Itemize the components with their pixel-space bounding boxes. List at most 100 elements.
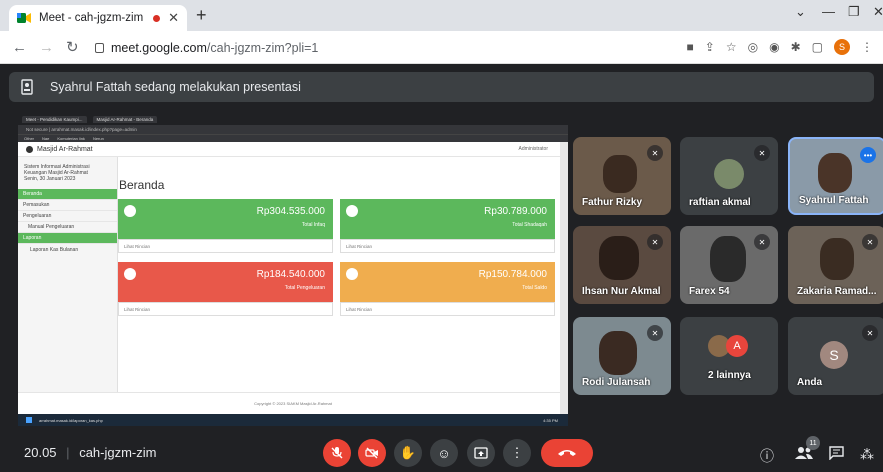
mic-off-icon: ✕ [647,234,663,250]
participant-tile-active-speaker[interactable]: ••• Syahrul Fattah [788,137,883,215]
menu-manual-pengeluaran: Manual Pengeluaran [18,222,117,233]
menu-laporan-kas-bulanan: Laporan Kas Bulanan [30,246,79,253]
meeting-info: 20.05 | cah-jgzm-zim [24,445,156,460]
plus-icon [124,205,136,217]
participant-tile[interactable]: ✕ Fathur Rizky [573,137,671,215]
card-footer-link: Lihat Rincian [340,302,555,316]
info-line: Senin, 30 Januari 2023 [24,176,76,182]
back-icon[interactable]: ← [12,39,27,56]
participant-name: Fathur Rizky [582,197,643,208]
present-screen-icon[interactable] [467,439,495,467]
shared-bookmarks: Other Nae Komuterian link Nerun [18,134,568,142]
check-icon [346,268,358,280]
chat-icon[interactable] [829,446,844,463]
bookmark-item: Nerun [92,136,104,141]
card-label: Total Pengeluaran [284,285,325,291]
self-initial-avatar: S [820,341,848,369]
participant-name: raftian akmal [689,197,751,208]
menu-beranda: Beranda [18,189,117,200]
shared-app-window: Masjid Ar-Rahmat Administrator Sistem In… [18,142,568,414]
url-path: /cah-jgzm-zim?pli=1 [206,41,319,55]
menu-pemasukan: Pemasukan [18,200,117,211]
card-footer-link: Lihat Rincian [340,239,555,253]
emoji-reaction-icon[interactable]: ☺ [430,439,458,467]
menu-pengeluaran: Pengeluaran [18,211,117,222]
participant-tile[interactable]: ✕ Zakaria Ramad... [788,226,883,304]
extension-globe-icon[interactable]: ◉ [769,40,779,54]
app-sidebar: Sistem Informasi Administrasi Keuangan M… [18,157,118,392]
menu-laporan: Laporan [18,233,117,244]
sidebar-info: Sistem Informasi Administrasi Keuangan M… [18,157,117,189]
participant-video [599,331,637,375]
participant-tile[interactable]: ✕ Farex 54 [680,226,778,304]
card-label: Total Infaq [301,222,325,228]
address-toolbar: ← → ↻ meet.google.com /cah-jgzm-zim?pli=… [0,31,883,64]
menu-dots-icon[interactable]: ⋮ [861,40,873,54]
url-bar[interactable]: meet.google.com /cah-jgzm-zim?pli=1 [95,37,675,59]
plus-icon [346,205,358,217]
leave-call-button[interactable] [541,439,593,467]
reload-icon[interactable]: ↻ [66,38,79,56]
camera-off-icon[interactable] [358,439,386,467]
close-tab-icon[interactable]: ✕ [168,10,179,26]
taskbar-clock: 4:35 PM [543,417,558,423]
card-total-pengeluaran: Rp184.540.000 Total Pengeluaran Lihat Ri… [118,262,333,316]
card-label: Total Saldo [522,285,547,291]
shared-scrollbar [560,142,568,414]
windows-start-icon [26,417,32,423]
mic-off-icon[interactable] [323,439,351,467]
bookmark-star-icon[interactable]: ☆ [726,40,737,54]
mic-off-icon: ✕ [647,145,663,161]
profile-avatar-icon[interactable]: S [834,39,850,55]
participant-name: Farex 54 [689,286,730,297]
card-total-saldo: Rp150.784.000 Total Saldo Lihat Rincian [340,262,555,316]
card-total-shadaqah: Rp30.789.000 Total Shadaqah Lihat Rincia… [340,199,555,253]
participant-name: Ihsan Nur Akmal [582,286,661,297]
browser-tab-meet[interactable]: Meet - cah-jgzm-zim ✕ [9,5,187,31]
participant-name: Zakaria Ramad... [797,286,877,297]
participant-tile-others[interactable]: A 2 lainnya [680,317,778,395]
minus-icon [124,268,136,280]
lock-icon [95,43,104,53]
minimize-icon[interactable]: — [822,4,835,19]
mic-off-icon: ✕ [754,145,770,161]
extension-icon[interactable]: ◎ [748,40,758,54]
tab-search-icon[interactable]: ⌄ [795,4,806,20]
participant-video [603,155,637,193]
shared-tab-1: Meet - Pendidikan Kaumpi... [22,116,87,123]
meeting-details-icon[interactable]: ⓘ [760,446,774,466]
restore-icon[interactable]: ❐ [848,4,860,20]
people-count-badge: 11 [806,436,820,450]
extensions-puzzle-icon[interactable]: ✱ [791,40,801,54]
share-icon[interactable]: ⇪ [705,40,715,54]
shared-url: Not secure | arrahmat.masak.id/index.php… [26,127,137,132]
app-main: Beranda Rp304.535.000 Total Infaq Lihat … [118,157,560,392]
bookmark-item: Other [24,136,35,141]
card-amount: Rp304.535.000 [256,206,325,217]
participant-tile[interactable]: ✕ Rodi Julansah [573,317,671,395]
forward-icon[interactable]: → [39,39,54,56]
participant-tile[interactable]: ✕ Ihsan Nur Akmal [573,226,671,304]
activities-icon[interactable]: ⁂ [860,446,874,463]
card-footer-link: Lihat Rincian [118,302,333,316]
more-options-icon[interactable]: ⋮ [503,439,531,467]
close-window-icon[interactable]: ✕ [873,4,883,20]
mic-off-icon: ✕ [862,325,878,341]
new-tab-button[interactable]: + [196,5,207,26]
bookmark-item: Nae [42,136,50,141]
side-panel-icon[interactable]: ▢ [812,40,823,54]
app-title: Masjid Ar-Rahmat [37,145,93,153]
camera-in-use-icon[interactable]: ■ [687,40,694,54]
speaking-indicator-icon: ••• [860,147,876,163]
participant-tile-self[interactable]: S ✕ Anda [788,317,883,395]
meet-control-bar: 20.05 | cah-jgzm-zim ✋ ☺ ⋮ ⓘ 11 ⁂ [0,430,883,472]
participant-video [818,153,852,193]
browser-tab-strip: Meet - cah-jgzm-zim ✕ + ⌄ — ❐ ✕ [0,0,883,31]
presentation-banner: Syahrul Fattah sedang melakukan presenta… [9,72,874,102]
app-footer: Copyright © 2023 SIAKM Masjid Ar-Rahmat [18,392,568,414]
status-url: arrahmat.masak.id/laporan_kas.php [39,417,103,423]
participant-video [599,236,639,280]
raise-hand-icon[interactable]: ✋ [394,439,422,467]
participant-tile[interactable]: ✕ raftian akmal [680,137,778,215]
participant-name: Syahrul Fattah [799,195,869,206]
